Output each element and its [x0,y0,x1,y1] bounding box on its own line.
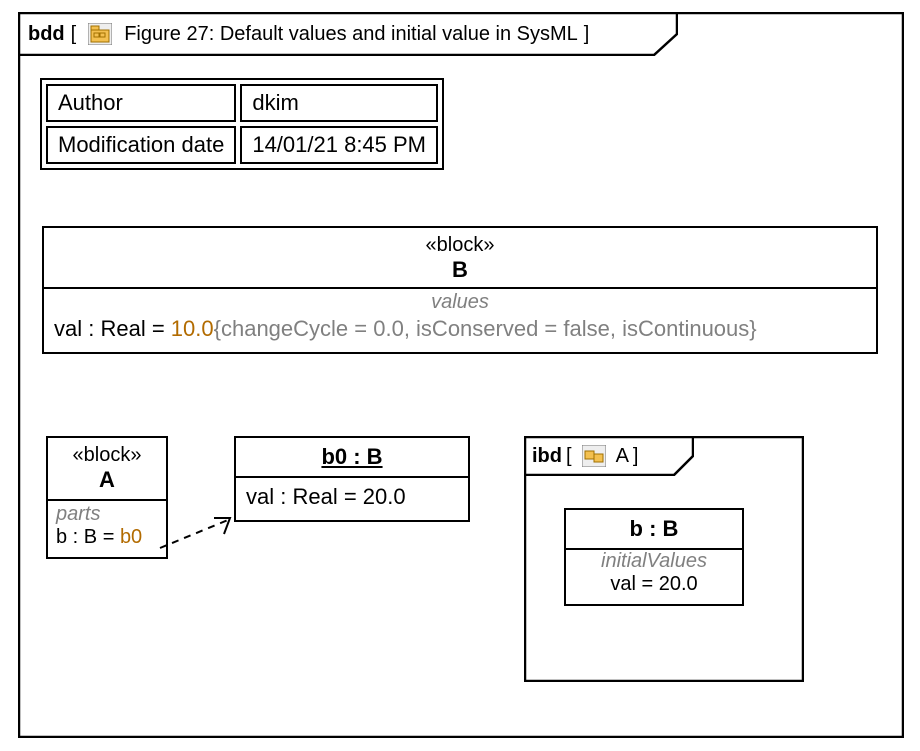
slot-type: Real [292,484,337,509]
diagram-canvas: bdd [ Figure 27: Default values and init… [0,0,920,751]
instance-name: b0 : B [236,438,468,476]
meta-label: Modification date [46,126,236,164]
parts-section-label: parts [48,501,166,526]
instance-b0: b0 : B val : Real = 20.0 [234,436,470,522]
slot-name: val [246,484,274,509]
initial-values-label: initialValues [574,550,734,573]
prop-name: val [54,316,82,341]
block-b-name: B [44,257,876,283]
block-a-name: A [48,467,166,493]
ibd-kind: ibd [532,445,562,468]
part-name: b [56,526,67,548]
ibd-context: A [616,445,629,468]
meta-value: dkim [240,84,438,122]
frame-title: Figure 27: Default values and initial va… [124,23,578,46]
package-icon [88,23,112,45]
block-a-parts: b : B = b0 [48,526,166,557]
ibd-frame-a: ibd [ A ] b : B initialValues val = 20.0 [524,436,804,682]
bracket-open: [ [71,23,77,46]
block-b-stereotype: «block» [44,234,876,257]
bracket-close: ] [633,445,639,468]
metadata-table: Author dkim Modification date 14/01/21 8… [40,78,444,170]
ibd-frame-header: ibd [ A ] [524,436,694,476]
ibd-part-name: b : B [566,510,742,548]
prop-default: 10.0 [171,316,214,341]
block-b-values: val : Real = 10.0{changeCycle = 0.0, isC… [44,314,876,352]
block-a-stereotype: «block» [48,444,166,467]
frame-kind: bdd [28,23,65,46]
part-type: B [84,526,97,548]
values-section-label: values [44,289,876,314]
block-a: «block» A parts b : B = b0 [46,436,168,559]
block-b: «block» B values val : Real = 10.0{chang… [42,226,878,354]
prop-constraints: {changeCycle = 0.0, isConserved = false,… [214,316,757,341]
meta-value: 14/01/21 8:45 PM [240,126,438,164]
meta-label: Author [46,84,236,122]
bracket-open: [ [566,445,572,468]
block-a-header: «block» A [48,438,166,499]
ibd-icon [582,445,606,467]
instance-slots: val : Real = 20.0 [236,478,468,520]
bracket-close: ] [584,23,590,46]
initial-value: val = 20.0 [574,573,734,596]
part-default: b0 [120,526,142,548]
prop-type: Real [100,316,145,341]
bdd-frame-header: bdd [ Figure 27: Default values and init… [18,12,678,56]
block-b-header: «block» B [44,228,876,287]
table-row: Author dkim [46,84,438,122]
slot-value: 20.0 [363,484,406,509]
table-row: Modification date 14/01/21 8:45 PM [46,126,438,164]
ibd-part-b: b : B initialValues val = 20.0 [564,508,744,606]
